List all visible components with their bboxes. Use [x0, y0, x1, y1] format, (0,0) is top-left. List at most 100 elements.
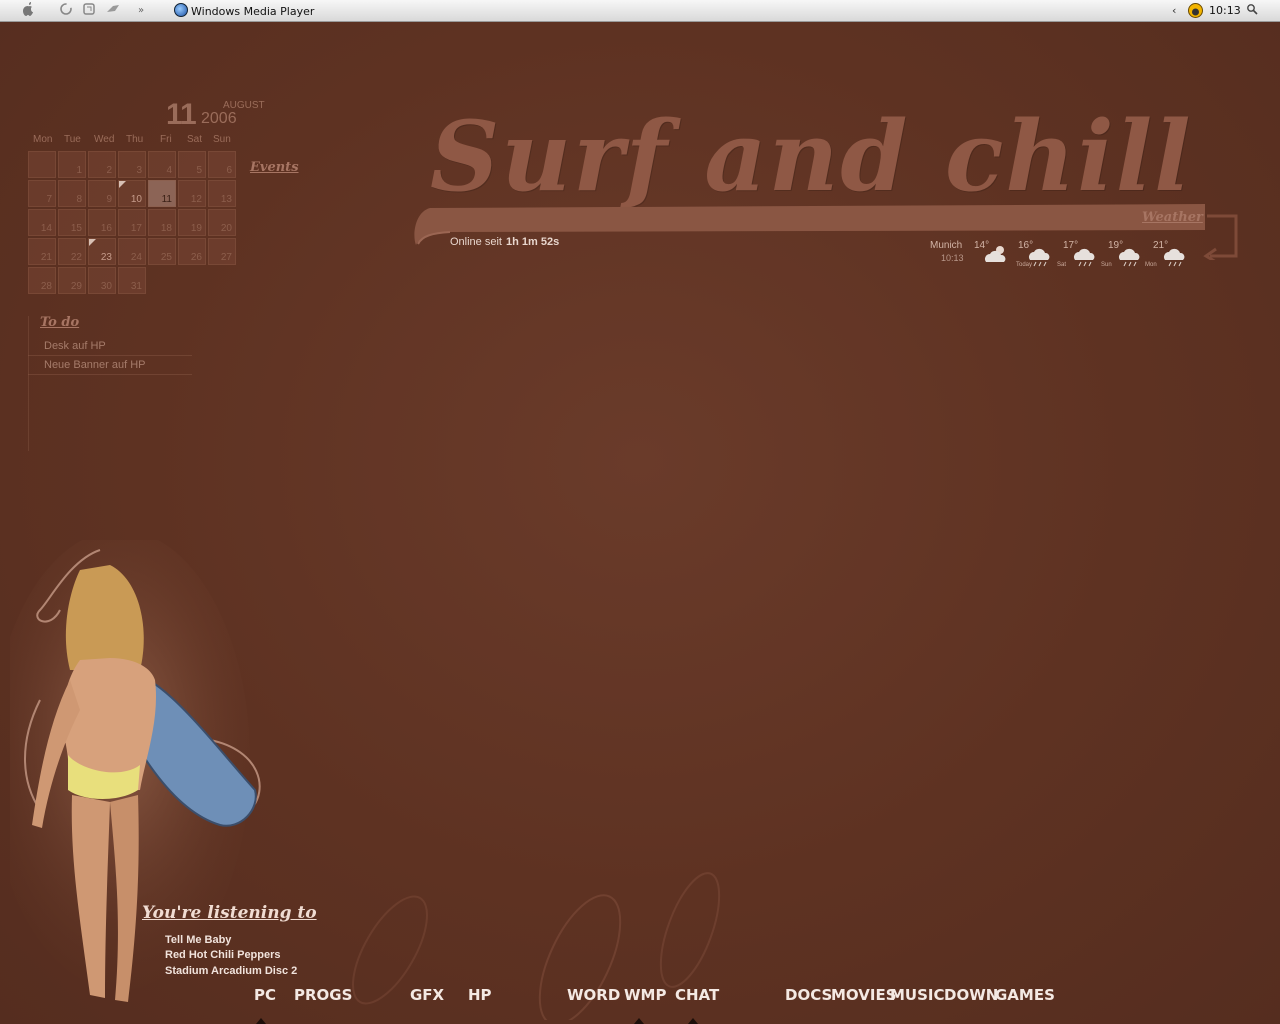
calendar-day-cell[interactable]: 2: [88, 151, 116, 178]
headline-text: Surf and chill: [430, 100, 1193, 213]
dock-item-label: DOWN: [944, 986, 999, 1004]
weekday-label: Tue: [64, 134, 81, 145]
calendar-day-cell[interactable]: 5: [178, 151, 206, 178]
dock-item-word[interactable]: WORD: [567, 986, 620, 1004]
now-playing-title: You're listening to: [142, 903, 317, 923]
calendar-day-cell[interactable]: 30: [88, 267, 116, 294]
calendar-day-cell[interactable]: 4: [148, 151, 176, 178]
weekday-label: Sat: [187, 134, 203, 145]
forecast-day-label: Sat: [1057, 262, 1067, 268]
surfer-illustration: [10, 540, 261, 1002]
calendar-day: 11: [166, 98, 197, 131]
forecast-day-label: Today: [1016, 262, 1033, 268]
forecast-day: 21° Mon: [1145, 240, 1193, 274]
calendar-day-cell[interactable]: 29: [58, 267, 86, 294]
calendar-day-cell[interactable]: 7: [28, 180, 56, 207]
dock-item-chat[interactable]: CHAT: [675, 986, 719, 1004]
calendar-day-cell[interactable]: 8: [58, 180, 86, 207]
weather-time: 10:13: [941, 253, 964, 263]
calendar-day-cell[interactable]: 24: [118, 238, 146, 265]
dock-item-label: DOCS: [785, 986, 833, 1004]
calendar-day-cell[interactable]: 12: [178, 180, 206, 207]
calendar-day-cell[interactable]: 9: [88, 180, 116, 207]
chevron-left-icon[interactable]: ‹: [1172, 2, 1176, 20]
weather-link[interactable]: Weather: [1142, 210, 1203, 225]
now-playing-track: Tell Me Baby: [165, 934, 232, 946]
calendar-day-cell[interactable]: 18: [148, 209, 176, 236]
desktop-icon[interactable]: [82, 2, 96, 20]
calendar-day-cell[interactable]: 10: [118, 180, 146, 207]
forecast-day: 19° Sun: [1101, 240, 1148, 274]
calendar-day-cell[interactable]: 19: [178, 209, 206, 236]
calendar-day-cell[interactable]: 6: [208, 151, 236, 178]
online-value: 1h 1m 52s: [505, 236, 560, 248]
clock[interactable]: 10:13: [1209, 4, 1241, 17]
now-playing-album: Stadium Arcadium Disc 2: [165, 965, 298, 977]
dock-item-movies[interactable]: MOVIES: [831, 986, 897, 1004]
now-playing-artist: Red Hot Chili Peppers: [165, 949, 281, 961]
calendar-day-cell[interactable]: 11: [148, 180, 176, 207]
quicklaunch-icon[interactable]: [105, 2, 121, 20]
forecast-current: 14°: [974, 240, 1014, 274]
weekday-label: Wed: [94, 134, 115, 145]
forecast-day-label: Sun: [1101, 262, 1112, 268]
dock-item-music[interactable]: MUSIC: [890, 986, 945, 1004]
calendar-day-cell[interactable]: 3: [118, 151, 146, 178]
dock-item-docs[interactable]: DOCS: [785, 986, 832, 1004]
forecast-day: 16° Today: [1016, 240, 1058, 274]
forecast-day-label: Mon: [1145, 262, 1157, 268]
calendar-day-cell[interactable]: 13: [208, 180, 236, 207]
dock-item-games[interactable]: GAMES: [995, 986, 1055, 1004]
dock-item-label: MUSIC: [890, 986, 945, 1004]
media-player-icon: [174, 3, 188, 17]
swirl-decoration: [538, 872, 721, 1020]
weekday-label: Fri: [160, 134, 172, 145]
calendar-day-cell[interactable]: 17: [118, 209, 146, 236]
calendar-day-cell[interactable]: 27: [208, 238, 236, 265]
calendar-day-cell[interactable]: 22: [58, 238, 86, 265]
calendar-day-cell[interactable]: 28: [28, 267, 56, 294]
search-icon[interactable]: [1246, 3, 1258, 21]
rain-cloud-icon: [1119, 248, 1140, 267]
dock-item-label: GFX: [410, 986, 445, 1004]
calendar-day-cell[interactable]: 20: [208, 209, 236, 236]
todo-title[interactable]: To do: [40, 315, 79, 330]
calendar-day-cell[interactable]: 25: [148, 238, 176, 265]
dock-item-pc[interactable]: PC: [254, 986, 276, 1004]
calendar-day-cell[interactable]: 23: [88, 238, 116, 265]
top-taskbar: » Windows Media Player ‹ 10:13: [0, 0, 1280, 22]
calendar-day-cell[interactable]: 31: [118, 267, 146, 294]
dock-item-wmp[interactable]: WMP: [624, 986, 666, 1004]
refresh-icon[interactable]: [59, 2, 73, 20]
tray-status-icon[interactable]: [1188, 3, 1203, 21]
dock-item-label: HP: [468, 986, 492, 1004]
apple-menu-icon[interactable]: [22, 2, 34, 20]
calendar-day-cell[interactable]: 21: [28, 238, 56, 265]
todo-item[interactable]: Desk auf HP: [28, 337, 192, 356]
dock-item-label: WMP: [624, 986, 667, 1004]
dock-item-progs[interactable]: PROGS: [294, 986, 352, 1004]
calendar-day-cell: [28, 151, 56, 178]
dock-item-label: PROGS: [294, 986, 353, 1004]
weekday-label: Mon: [33, 134, 53, 145]
events-link[interactable]: Events: [250, 160, 299, 175]
running-indicator: [688, 1018, 698, 1024]
dock-item-label: GAMES: [995, 986, 1055, 1004]
chevron-more-icon[interactable]: »: [138, 2, 144, 20]
weekday-label: Thu: [126, 134, 144, 145]
taskbar-item-wmp[interactable]: Windows Media Player: [174, 3, 314, 19]
running-indicator: [634, 1018, 644, 1024]
dock-item-down[interactable]: DOWN: [944, 986, 998, 1004]
online-label: Online seit: [450, 236, 502, 248]
weather-city: Munich: [930, 240, 963, 251]
forecast-day: 17° Sat: [1057, 240, 1103, 274]
calendar-day-cell[interactable]: 1: [58, 151, 86, 178]
dock-item-gfx[interactable]: GFX: [410, 986, 444, 1004]
todo-item[interactable]: Neue Banner auf HP: [28, 356, 192, 375]
dock-item-hp[interactable]: HP: [468, 986, 492, 1004]
calendar-day-cell[interactable]: 26: [178, 238, 206, 265]
calendar-day-cell[interactable]: 16: [88, 209, 116, 236]
calendar-day-cell[interactable]: 15: [58, 209, 86, 236]
calendar-day-cell[interactable]: 14: [28, 209, 56, 236]
dock-item-label: PC: [254, 986, 277, 1004]
